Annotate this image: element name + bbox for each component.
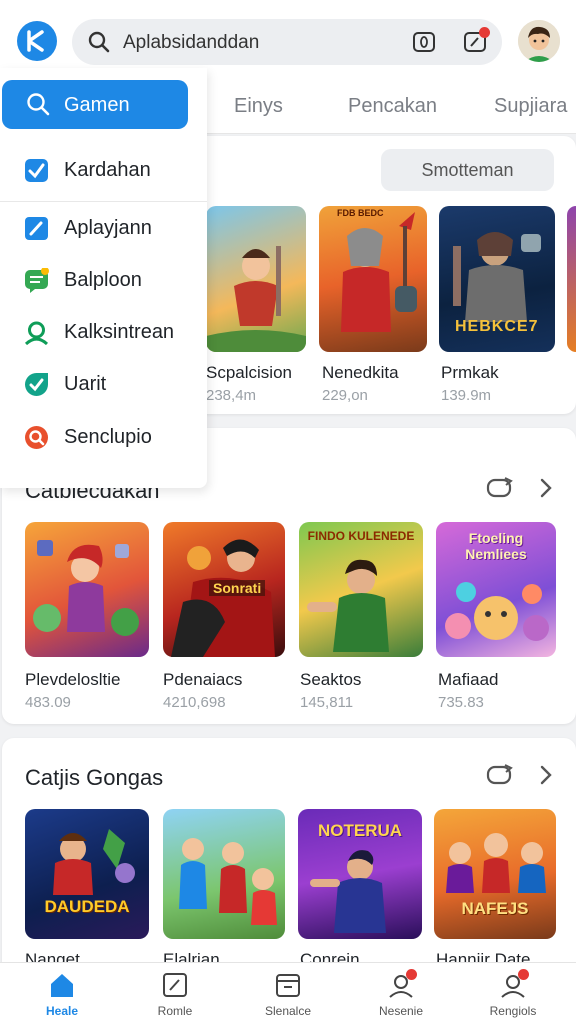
menu-item[interactable]: Kalksintrean — [0, 312, 207, 352]
game-downloads: 238,4m — [206, 387, 257, 404]
game-thumbnail[interactable] — [25, 522, 149, 657]
game-title[interactable]: Nenedkita — [322, 363, 399, 383]
user-notify-icon — [387, 969, 417, 999]
game-title[interactable]: Plevdelosltie — [25, 670, 120, 690]
archive-icon — [274, 971, 302, 999]
profile-notify-icon — [499, 969, 529, 999]
wallet-icon[interactable] — [412, 30, 436, 54]
search-icon — [88, 31, 110, 58]
chevron-right-icon[interactable] — [536, 476, 564, 500]
menu-item-label: Uarit — [64, 373, 107, 395]
thumbnail-text: NAFEJS — [461, 899, 529, 918]
search-bar[interactable]: Aplabsidanddan — [72, 19, 502, 65]
game-downloads: 4210,698 — [163, 694, 226, 711]
game-thumbnail[interactable]: FDB BEDC — [319, 206, 427, 352]
game-title[interactable]: Prmkak — [441, 363, 499, 383]
divider — [0, 201, 207, 202]
game-downloads: 229,on — [322, 387, 368, 404]
game-title[interactable]: Scpalcision — [206, 363, 292, 383]
game-downloads: 145,811 — [300, 694, 354, 711]
menu-item[interactable]: Balploon — [0, 260, 207, 300]
pencil-square-icon — [24, 216, 49, 241]
game-thumbnail[interactable]: NAFEJS — [434, 809, 556, 939]
game-thumbnail[interactable]: FINDO KULENEDE — [299, 522, 423, 657]
menu-item-label: Kardahan — [64, 159, 151, 181]
game-thumbnail[interactable]: DAUDEDA — [25, 809, 149, 939]
refresh-icon[interactable] — [486, 763, 514, 787]
thumbnail-text: Ftoeling Nemliees — [465, 530, 527, 562]
thumbnail-text: DAUDEDA — [44, 897, 130, 916]
chat-list-icon — [24, 267, 49, 293]
game-thumbnail[interactable]: Ftoeling Nemliees — [436, 522, 556, 657]
menu-item-active[interactable]: Gamen — [2, 80, 188, 129]
home-icon — [48, 971, 76, 999]
search-circle-icon — [24, 425, 49, 450]
nav-home[interactable]: Heale — [22, 963, 102, 1024]
notification-dot — [518, 969, 529, 980]
tab-1[interactable]: Einys — [234, 95, 283, 118]
nav-label: Nesenie — [378, 1004, 424, 1018]
refresh-icon[interactable] — [486, 476, 514, 500]
game-thumbnail[interactable]: Sonrati — [163, 522, 285, 657]
edit-square-icon — [161, 971, 189, 999]
thumbnail-text: FINDO KULENEDE — [307, 529, 415, 543]
game-thumbnail[interactable] — [567, 206, 576, 352]
search-icon — [26, 92, 50, 121]
nav-label: Rengiols — [489, 1004, 537, 1018]
tab-3[interactable]: Supjiara — [494, 95, 567, 118]
menu-item[interactable]: Uarit — [0, 364, 207, 404]
person-icon — [24, 320, 49, 346]
game-thumbnail[interactable]: NOTERUA — [298, 809, 422, 939]
check-circle-icon — [24, 372, 49, 397]
game-downloads: 483.09 — [25, 694, 71, 711]
game-thumbnail[interactable]: HEBKCE7 — [439, 206, 555, 352]
menu-item-label: Balploon — [64, 269, 142, 291]
avatar[interactable] — [518, 20, 560, 62]
game-thumbnail[interactable] — [163, 809, 285, 939]
menu-item-label: Kalksintrean — [64, 321, 175, 343]
menu-item-label: Aplayjann — [64, 217, 152, 239]
game-title[interactable]: Pdenaiacs — [163, 670, 242, 690]
nav-item[interactable]: Nesenie — [361, 963, 441, 1024]
edit-icon[interactable] — [463, 27, 490, 54]
check-badge-icon — [24, 158, 49, 183]
section-title: Catjis Gongas — [25, 765, 164, 790]
menu-item[interactable]: Senclupio — [0, 417, 207, 457]
menu-item-label: Senclupio — [64, 426, 152, 448]
menu-item[interactable]: Kardahan — [0, 150, 207, 190]
notification-dot — [406, 969, 417, 980]
nav-item[interactable]: Rengiols — [473, 963, 553, 1024]
nav-item[interactable]: Romle — [135, 963, 215, 1024]
dropdown-menu: Gamen Kardahan Aplayjann Balploon Kalksi… — [0, 68, 207, 488]
bottom-nav: Heale Romle Slenalce Nesenie Rengiols — [0, 962, 576, 1024]
menu-item-label: Gamen — [64, 94, 130, 116]
game-title[interactable]: Mafiaad — [438, 670, 498, 690]
thumbnail-text: HEBKCE7 — [455, 318, 539, 335]
game-title[interactable]: Seaktos — [300, 670, 361, 690]
game-downloads: 735.83 — [438, 694, 484, 711]
chevron-right-icon[interactable] — [536, 763, 564, 787]
nav-label: Romle — [157, 1004, 193, 1018]
game-downloads: 139.9m — [441, 387, 492, 404]
menu-item[interactable]: Aplayjann — [0, 208, 207, 248]
thumbnail-text: NOTERUA — [317, 821, 403, 840]
game-thumbnail[interactable] — [206, 206, 306, 352]
tab-2[interactable]: Pencakan — [348, 95, 437, 118]
nav-label: Slenalce — [264, 1004, 312, 1018]
nav-label: Heale — [45, 1004, 79, 1018]
nav-item[interactable]: Slenalce — [248, 963, 328, 1024]
thumbnail-text: FDB BEDC — [337, 208, 384, 218]
thumbnail-text: Sonrati — [209, 580, 266, 596]
app-logo-icon[interactable] — [17, 21, 57, 61]
filter-button[interactable]: Smotteman — [381, 149, 554, 191]
notification-dot — [479, 27, 490, 38]
search-input[interactable]: Aplabsidanddan — [123, 32, 259, 54]
